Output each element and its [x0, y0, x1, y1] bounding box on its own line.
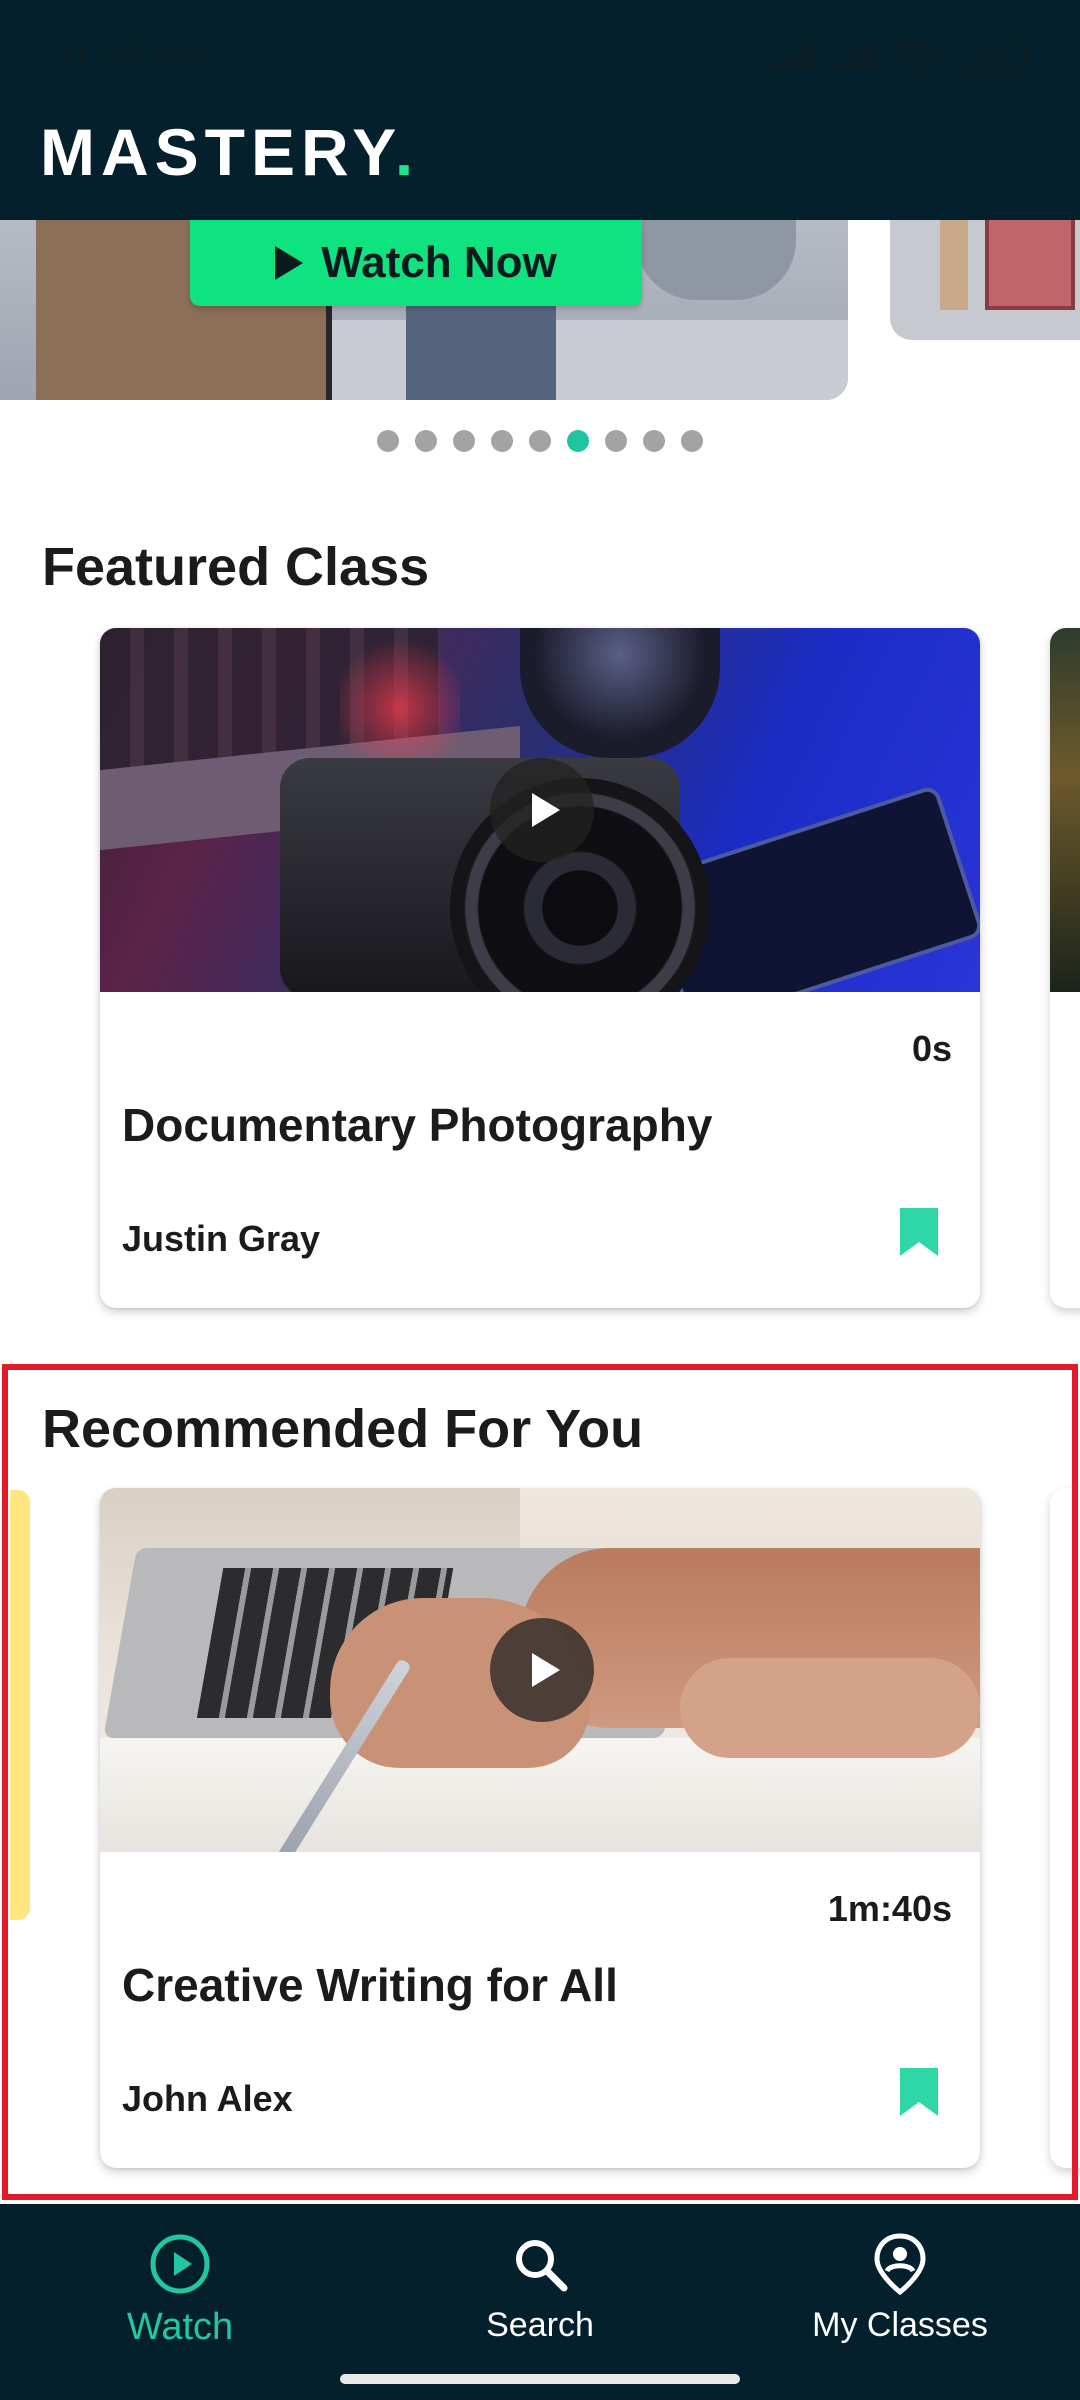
next-card-thumbnail: [1050, 628, 1080, 992]
carousel-dot[interactable]: [643, 430, 665, 452]
hero-illustration-door: [985, 220, 1075, 310]
carousel-dot[interactable]: [415, 430, 437, 452]
status-bar: 11:23 AM 86: [0, 0, 1080, 110]
class-duration: 0s: [911, 1028, 952, 1069]
status-time: 11:23 AM: [56, 34, 206, 72]
watch-now-button[interactable]: Watch Now: [190, 220, 642, 306]
cell-signal-2-icon: [834, 41, 876, 71]
recommended-class-card[interactable]: 1m:40s Creative Writing for All John Ale…: [100, 1488, 980, 2168]
recommended-section-title: Recommended For You: [42, 1399, 644, 1459]
hero-illustration-tree: [636, 220, 796, 300]
carousel-dot[interactable]: [491, 430, 513, 452]
carousel-dot-active[interactable]: [567, 430, 589, 452]
class-thumbnail[interactable]: [100, 628, 980, 992]
nav-label-watch: Watch: [126, 2306, 234, 2348]
thumb-hand: [680, 1658, 980, 1758]
nav-label-search: Search: [486, 2306, 594, 2344]
app-logo: MASTERY.: [40, 114, 419, 190]
previous-recommended-card[interactable]: [10, 1490, 30, 1920]
nav-label-my-classes: My Classes: [812, 2306, 988, 2344]
play-button[interactable]: [490, 758, 594, 862]
bottom-navigation: Watch Search My Classes: [0, 2204, 1080, 2400]
next-featured-card[interactable]: [1050, 628, 1080, 1308]
location-person-icon: [874, 2233, 926, 2296]
carousel-dot[interactable]: [681, 430, 703, 452]
play-circle-icon: [150, 2234, 210, 2294]
app-header: 11:23 AM 86 MASTERY.: [0, 0, 1080, 220]
carousel-dot[interactable]: [453, 430, 475, 452]
hero-slide-next[interactable]: [890, 220, 1080, 340]
logo-text: MASTERY: [40, 115, 395, 189]
status-icons: 86: [772, 36, 1029, 76]
nav-item-my-classes[interactable]: My Classes: [720, 2204, 1080, 2400]
class-author: John Alex: [122, 2078, 293, 2119]
battery-level: 86: [980, 45, 1002, 66]
class-title: Documentary Photography: [122, 1099, 713, 1151]
play-icon: [532, 1653, 560, 1687]
class-thumbnail[interactable]: [100, 1488, 980, 1852]
nav-item-search[interactable]: Search: [360, 2204, 720, 2400]
watch-now-label: Watch Now: [321, 238, 557, 287]
battery-icon: 86: [958, 41, 1029, 71]
carousel-pagination: [0, 430, 1080, 452]
carousel-dot[interactable]: [605, 430, 627, 452]
cell-signal-icon: [772, 41, 814, 71]
hero-illustration-ground: [326, 320, 848, 400]
wifi-icon: [896, 39, 940, 73]
class-duration: 1m:40s: [827, 1888, 952, 1929]
search-icon: [516, 2240, 568, 2292]
carousel-dot[interactable]: [529, 430, 551, 452]
bookmark-icon[interactable]: [900, 2068, 938, 2116]
thumb-lens: [520, 628, 720, 758]
next-recommended-card[interactable]: [1050, 1488, 1080, 2168]
bookmark-icon[interactable]: [900, 1208, 938, 1256]
nav-item-watch[interactable]: Watch: [0, 2204, 360, 2400]
play-icon: [532, 793, 560, 827]
play-button[interactable]: [490, 1618, 594, 1722]
carousel-dot[interactable]: [377, 430, 399, 452]
featured-class-card[interactable]: 0s Documentary Photography Justin Gray: [100, 628, 980, 1308]
play-icon: [275, 246, 304, 280]
hero-illustration-legs: [940, 220, 968, 310]
home-indicator[interactable]: [340, 2374, 740, 2384]
class-author: Justin Gray: [122, 1218, 321, 1259]
class-title: Creative Writing for All: [122, 1959, 618, 2011]
featured-section-title: Featured Class: [42, 537, 430, 597]
logo-dot: .: [394, 115, 420, 189]
hero-carousel[interactable]: Watch Now: [0, 220, 1080, 400]
